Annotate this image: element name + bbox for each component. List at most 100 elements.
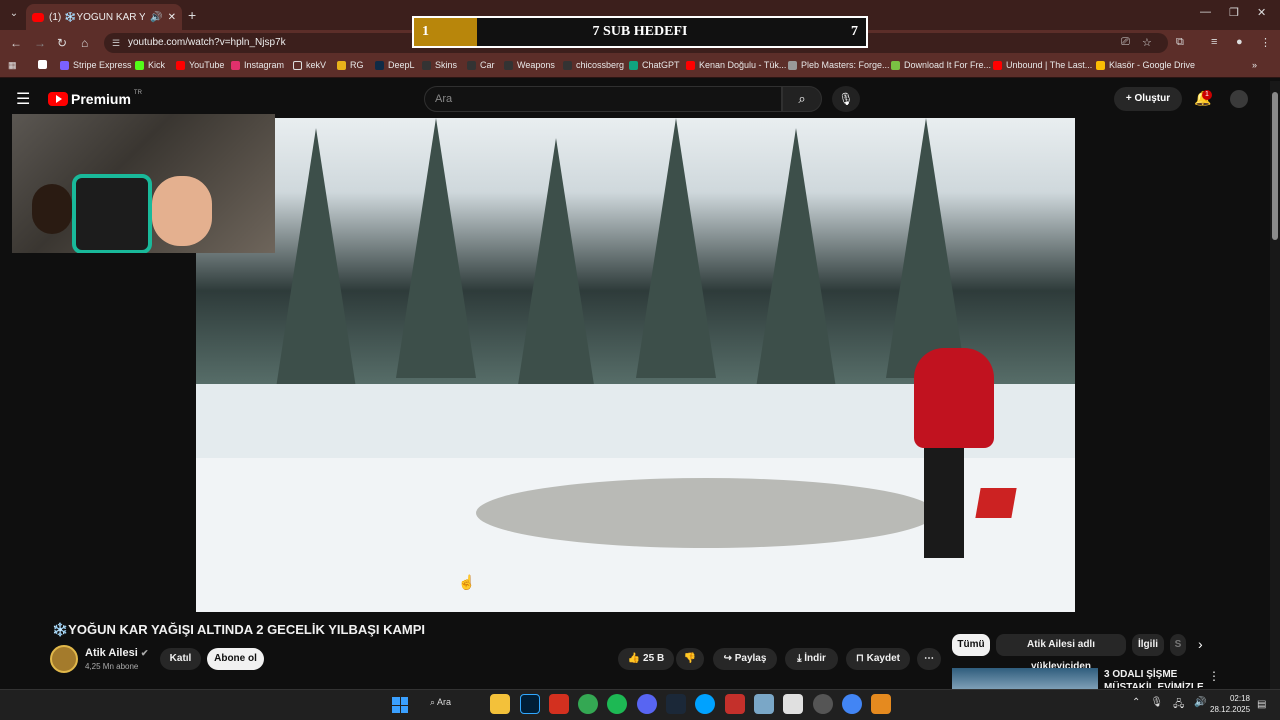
maximize-icon[interactable]: ❐ xyxy=(1229,6,1239,19)
bookmark-icon: ⊓ xyxy=(856,653,864,664)
app-icon[interactable] xyxy=(871,694,891,714)
bookmark-item[interactable]: Weapons xyxy=(504,60,555,70)
close-tab-icon[interactable]: ✕ xyxy=(168,12,176,23)
bookmark-item[interactable]: Unbound | The Last... xyxy=(993,60,1092,70)
chip-more[interactable]: S xyxy=(1170,634,1186,656)
recommended-title[interactable]: 3 ODALI ŞİŞME MÜSTAKİL EVİMİZLE xyxy=(1104,668,1204,688)
apps-icon[interactable]: ▦ xyxy=(8,60,17,71)
bookmark-item[interactable]: Pleb Masters: Forge... xyxy=(788,60,890,70)
download-button[interactable]: ⤓ İndir xyxy=(785,648,838,670)
cast-icon[interactable]: ⎚ xyxy=(1121,36,1130,49)
channel-name[interactable]: Atik Ailesi ✔ xyxy=(85,647,148,659)
subscribe-button[interactable]: Abone ol xyxy=(207,648,264,670)
taskbar-search[interactable]: ⌕ Ara xyxy=(430,697,451,708)
chip-related[interactable]: İlgili xyxy=(1132,634,1164,656)
snowy-tree xyxy=(756,128,836,388)
bookmark-item[interactable]: RG xyxy=(337,60,364,70)
more-actions-icon[interactable]: ⋯ xyxy=(917,648,941,670)
minimize-icon[interactable]: — xyxy=(1200,6,1211,18)
sub-goal-overlay: 7 SUB HEDEFI 1 7 xyxy=(412,16,868,48)
browser-tab[interactable]: (1) ❄️YOĞUN KAR YAĞIŞI A 🔊 ✕ xyxy=(26,4,182,30)
snowy-tree xyxy=(636,118,716,378)
media-icon[interactable]: ≡ xyxy=(1211,36,1217,48)
bookmark-item[interactable]: Car xyxy=(467,60,495,70)
file-explorer-icon[interactable] xyxy=(490,694,510,714)
chrome-active-icon[interactable] xyxy=(842,694,862,714)
bookmark-item[interactable]: Kenan Doğulu - Tük... xyxy=(686,60,786,70)
windows-start-icon[interactable] xyxy=(392,697,408,713)
red-shovel xyxy=(975,488,1017,518)
cleared-ground xyxy=(476,478,936,548)
goal-current: 1 xyxy=(422,24,429,39)
forward-icon[interactable]: → xyxy=(34,36,46,50)
channel-avatar[interactable] xyxy=(50,645,78,673)
filezilla-icon[interactable] xyxy=(549,694,569,714)
snowy-tree xyxy=(886,118,966,378)
bookmark-item[interactable]: Klasör - Google Drive xyxy=(1096,60,1195,70)
browser-menu-icon[interactable]: ⋮ xyxy=(1260,36,1271,49)
dislike-button[interactable]: 👎 xyxy=(676,648,704,670)
obs-icon[interactable] xyxy=(813,694,833,714)
photoshop-icon[interactable] xyxy=(520,694,540,714)
bookmark-star-icon[interactable]: ☆ xyxy=(1142,36,1152,49)
site-info-icon[interactable]: ☰ xyxy=(112,38,120,49)
search-input[interactable]: Ara xyxy=(424,86,782,112)
scrollbar-thumb[interactable] xyxy=(1272,92,1278,240)
bookmark-item[interactable]: YouTube xyxy=(176,60,224,70)
bookmark-item[interactable]: DeepL xyxy=(375,60,415,70)
app-icon[interactable] xyxy=(754,694,774,714)
app-icon[interactable] xyxy=(725,694,745,714)
steam-icon[interactable] xyxy=(666,694,686,714)
bookmark-item[interactable]: Instagram xyxy=(231,60,284,70)
account-avatar[interactable] xyxy=(1230,90,1248,108)
tab-search-icon[interactable]: ⌄ xyxy=(6,6,22,22)
chip-all[interactable]: Tümü xyxy=(952,634,990,656)
bookmark-item[interactable]: Skins xyxy=(422,60,457,70)
new-tab-icon[interactable]: + xyxy=(188,7,196,23)
close-window-icon[interactable]: ✕ xyxy=(1257,6,1266,19)
create-button[interactable]: + Oluştur xyxy=(1114,87,1182,111)
thumbs-up-icon: 👍 xyxy=(627,653,641,664)
save-button[interactable]: ⊓ Kaydet xyxy=(846,648,910,670)
bookmark-item[interactable]: Stripe Express xyxy=(60,60,132,70)
discord-icon[interactable] xyxy=(637,694,657,714)
youtube-favicon-icon xyxy=(32,12,44,22)
video-player[interactable] xyxy=(196,118,1075,612)
recommended-menu-icon[interactable]: ⋮ xyxy=(1208,669,1220,683)
goal-target: 7 xyxy=(851,24,858,39)
bookmark-item[interactable]: ChatGPT xyxy=(629,60,680,70)
more-bookmarks-icon[interactable]: » xyxy=(1252,60,1257,70)
chip-from-uploader[interactable]: Atik Ailesi adlı yükleyiciden xyxy=(996,634,1126,672)
chevron-right-icon[interactable]: › xyxy=(1198,636,1203,652)
microphone-tray-icon[interactable]: 🎙 xyxy=(1150,697,1163,714)
microphone-icon[interactable]: 🎙 xyxy=(832,86,860,112)
tray-chevron-icon[interactable]: ⌃ xyxy=(1132,697,1140,714)
home-icon[interactable]: ⌂ xyxy=(81,36,88,50)
volume-icon[interactable]: 🔊 xyxy=(1194,697,1206,714)
bookmark-item[interactable]: Kick xyxy=(135,60,165,70)
profile-icon[interactable]: ● xyxy=(1236,36,1243,48)
clock[interactable]: 02:18 28.12.2025 xyxy=(1210,693,1250,715)
search-icon[interactable]: ⌕ xyxy=(782,86,822,112)
extensions-icon[interactable]: ⧉ xyxy=(1176,36,1184,49)
person-legs xyxy=(924,448,964,558)
app-icon[interactable] xyxy=(695,694,715,714)
like-button[interactable]: 👍 25 B xyxy=(618,648,674,670)
notification-center-icon[interactable]: ▤ xyxy=(1257,699,1266,710)
notepad-icon[interactable] xyxy=(783,694,803,714)
hamburger-menu-icon[interactable]: ☰ xyxy=(16,89,30,109)
bookmark-folder[interactable]: kekV xyxy=(293,60,326,70)
youtube-logo[interactable]: Premium TR xyxy=(48,90,142,107)
person-red-jacket xyxy=(914,348,994,448)
bookmark-p[interactable] xyxy=(38,60,47,69)
bookmark-item[interactable]: chicossberg xyxy=(563,60,624,70)
share-button[interactable]: ↪ Paylaş xyxy=(713,648,777,670)
chrome-icon[interactable] xyxy=(578,694,598,714)
bookmark-item[interactable]: Download It For Fre... xyxy=(891,60,991,70)
join-button[interactable]: Katıl xyxy=(160,648,201,670)
network-icon[interactable]: 🖧 xyxy=(1173,697,1184,714)
reload-icon[interactable]: ↻ xyxy=(57,36,67,50)
speaker-icon[interactable]: 🔊 xyxy=(150,12,162,23)
spotify-icon[interactable] xyxy=(607,694,627,714)
back-icon[interactable]: ← xyxy=(10,36,22,50)
